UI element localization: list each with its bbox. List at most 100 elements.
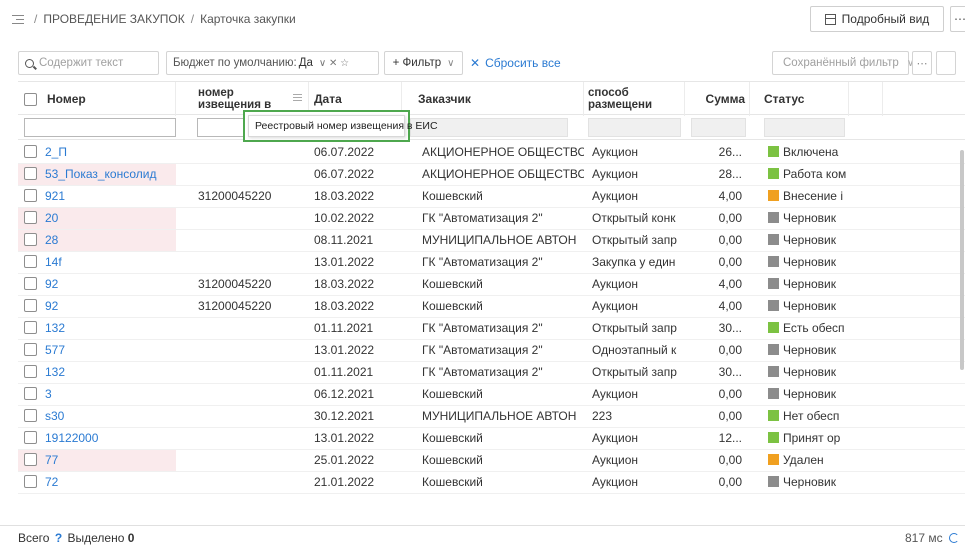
row-checkbox[interactable] — [24, 167, 37, 180]
purchase-number-link[interactable]: 53_Показ_консолид — [45, 167, 157, 181]
cell-customer: МУНИЦИПАЛЬНОЕ АВТОН — [422, 233, 577, 247]
table-row[interactable]: 2_П 06.07.2022 АКЦИОНЕРНОЕ ОБЩЕСТВС Аукцион… — [18, 142, 965, 164]
table-row[interactable]: s30 30.12.2021 МУНИЦИПАЛЬНОЕ АВТОН 223 0,00 Н… — [18, 406, 965, 428]
breadcrumb-separator: / — [34, 12, 38, 26]
saved-filter-extra-button[interactable] — [936, 51, 956, 75]
purchase-number-link[interactable]: 20 — [45, 211, 58, 225]
cell-sum: 12... — [718, 431, 742, 445]
row-checkbox[interactable] — [24, 299, 37, 312]
cell-customer: ГК "Автоматизация 2" — [422, 321, 543, 335]
cell-sum: 0,00 — [718, 255, 742, 269]
menu-list-icon[interactable] — [12, 14, 24, 25]
row-checkbox[interactable] — [24, 431, 37, 444]
table-row[interactable]: 20 10.02.2022 ГК "Автоматизация 2" Открытый… — [18, 208, 965, 230]
detail-view-button[interactable]: Подробный вид — [810, 6, 944, 32]
status-color-icon — [768, 146, 779, 157]
table-row[interactable]: 577 13.01.2022 ГК "Автоматизация 2" Одноэта… — [18, 340, 965, 362]
table-row[interactable]: 92 31200045220 18.03.2022 Кошевский Аукцион 4… — [18, 274, 965, 296]
add-filter-button[interactable]: + Фильтр ∨ — [384, 51, 463, 75]
purchase-number-link[interactable]: 92 — [45, 277, 58, 291]
table-row[interactable]: 72 21.01.2022 Кошевский Аукцион 0,00 Черновик — [18, 472, 965, 494]
breadcrumb-section[interactable]: ПРОВЕДЕНИЕ ЗАКУПОК — [43, 12, 184, 26]
purchase-number-link[interactable]: 2_П — [45, 145, 67, 159]
row-checkbox[interactable] — [24, 233, 37, 246]
reset-all-link[interactable]: ✕ Сбросить все — [470, 56, 561, 70]
purchase-number-link[interactable]: 132 — [45, 365, 65, 379]
column-header-customer[interactable]: Заказчик — [414, 82, 584, 116]
cell-sum: 4,00 — [718, 277, 742, 291]
cell-notice — [194, 230, 309, 251]
column-header-number[interactable]: Номер — [18, 82, 176, 116]
column-header-method[interactable]: способ размещени — [584, 82, 685, 116]
timing-value: 817 мс — [905, 531, 943, 545]
cell-status: Черновик — [764, 362, 847, 383]
purchase-number-link[interactable]: 14f — [45, 255, 62, 269]
column-filter-sum[interactable] — [691, 118, 746, 137]
table-row[interactable]: 53_Показ_консолид 06.07.2022 АКЦИОНЕРНОЕ О… — [18, 164, 965, 186]
column-menu-icon[interactable] — [293, 94, 302, 103]
purchase-number-link[interactable]: 19122000 — [45, 431, 98, 445]
purchase-number-link[interactable]: 77 — [45, 453, 58, 467]
row-checkbox[interactable] — [24, 145, 37, 158]
status-label: Принят ор — [783, 431, 841, 445]
select-all-checkbox[interactable] — [24, 92, 37, 106]
purchase-number-link[interactable]: 577 — [45, 343, 65, 357]
saved-filter-select[interactable]: Сохранённый фильтр ∨ — [772, 51, 914, 75]
table-row[interactable]: 92 31200045220 18.03.2022 Кошевский Аукцион 4… — [18, 296, 965, 318]
table-row[interactable]: 28 08.11.2021 МУНИЦИПАЛЬНОЕ АВТОН Открытый … — [18, 230, 965, 252]
total-count-link[interactable]: ? — [55, 531, 62, 545]
row-checkbox[interactable] — [24, 475, 37, 488]
total-label: Всего — [18, 531, 50, 545]
row-checkbox[interactable] — [24, 211, 37, 224]
column-header-sum[interactable]: Сумма — [685, 82, 750, 116]
purchase-number-link[interactable]: 3 — [45, 387, 52, 401]
cell-number: 19122000 — [18, 428, 176, 449]
column-header-label: Заказчик — [418, 92, 471, 106]
footer-timing: 817 мс — [905, 531, 959, 545]
purchase-number-link[interactable]: 72 — [45, 475, 58, 489]
status-label: Есть обесп — [783, 321, 845, 335]
search-input[interactable] — [39, 57, 149, 69]
table-row[interactable]: 132 01.11.2021 ГК "Автоматизация 2" Открыты… — [18, 362, 965, 384]
column-header-status[interactable]: Статус — [760, 82, 849, 116]
cell-number: 921 — [18, 186, 176, 207]
cell-notice — [194, 142, 309, 163]
row-checkbox[interactable] — [24, 189, 37, 202]
row-checkbox[interactable] — [24, 453, 37, 466]
row-checkbox[interactable] — [24, 277, 37, 290]
row-checkbox[interactable] — [24, 343, 37, 356]
budget-filter-controls[interactable]: ∨ ✕ ☆ — [319, 58, 349, 69]
purchase-number-link[interactable]: 92 — [45, 299, 58, 313]
status-label: Черновик — [783, 233, 836, 247]
selected-count: 0 — [127, 531, 135, 545]
row-checkbox[interactable] — [24, 409, 37, 422]
budget-filter-chip[interactable]: Бюджет по умолчанию: Да ∨ ✕ ☆ — [166, 51, 379, 75]
cell-number: 92 — [18, 274, 176, 295]
row-checkbox[interactable] — [24, 387, 37, 400]
purchase-number-link[interactable]: s30 — [45, 409, 64, 423]
vertical-scrollbar[interactable] — [960, 150, 964, 370]
more-menu-button[interactable]: ⋯ — [950, 6, 965, 32]
cell-date: 01.11.2021 — [314, 365, 374, 379]
refresh-icon[interactable] — [948, 533, 959, 543]
purchase-number-link[interactable]: 28 — [45, 233, 58, 247]
table-row[interactable]: 77 25.01.2022 Кошевский Аукцион 0,00 Удален — [18, 450, 965, 472]
purchase-number-link[interactable]: 921 — [45, 189, 65, 203]
column-filter-number[interactable] — [24, 118, 176, 137]
table-row[interactable]: 14f 13.01.2022 ГК "Автоматизация 2" Закупка… — [18, 252, 965, 274]
column-filter-status[interactable] — [764, 118, 845, 137]
row-checkbox[interactable] — [24, 365, 37, 378]
cell-status: Принят ор — [764, 428, 847, 449]
table-row[interactable]: 132 01.11.2021 ГК "Автоматизация 2" Открыты… — [18, 318, 965, 340]
saved-filter-more-button[interactable]: ⋯ — [912, 51, 932, 75]
cell-method: Аукцион — [592, 277, 638, 291]
column-filter-method[interactable] — [588, 118, 681, 137]
row-checkbox[interactable] — [24, 255, 37, 268]
row-checkbox[interactable] — [24, 321, 37, 334]
table-row[interactable]: 19122000 13.01.2022 Кошевский Аукцион 12... П… — [18, 428, 965, 450]
table-row[interactable]: 3 06.12.2021 Кошевский Аукцион 0,00 Черновик — [18, 384, 965, 406]
purchase-number-link[interactable]: 132 — [45, 321, 65, 335]
cell-number: 28 — [18, 230, 176, 251]
table-row[interactable]: 921 31200045220 18.03.2022 Кошевский Аукцион… — [18, 186, 965, 208]
search-box[interactable] — [18, 51, 159, 75]
